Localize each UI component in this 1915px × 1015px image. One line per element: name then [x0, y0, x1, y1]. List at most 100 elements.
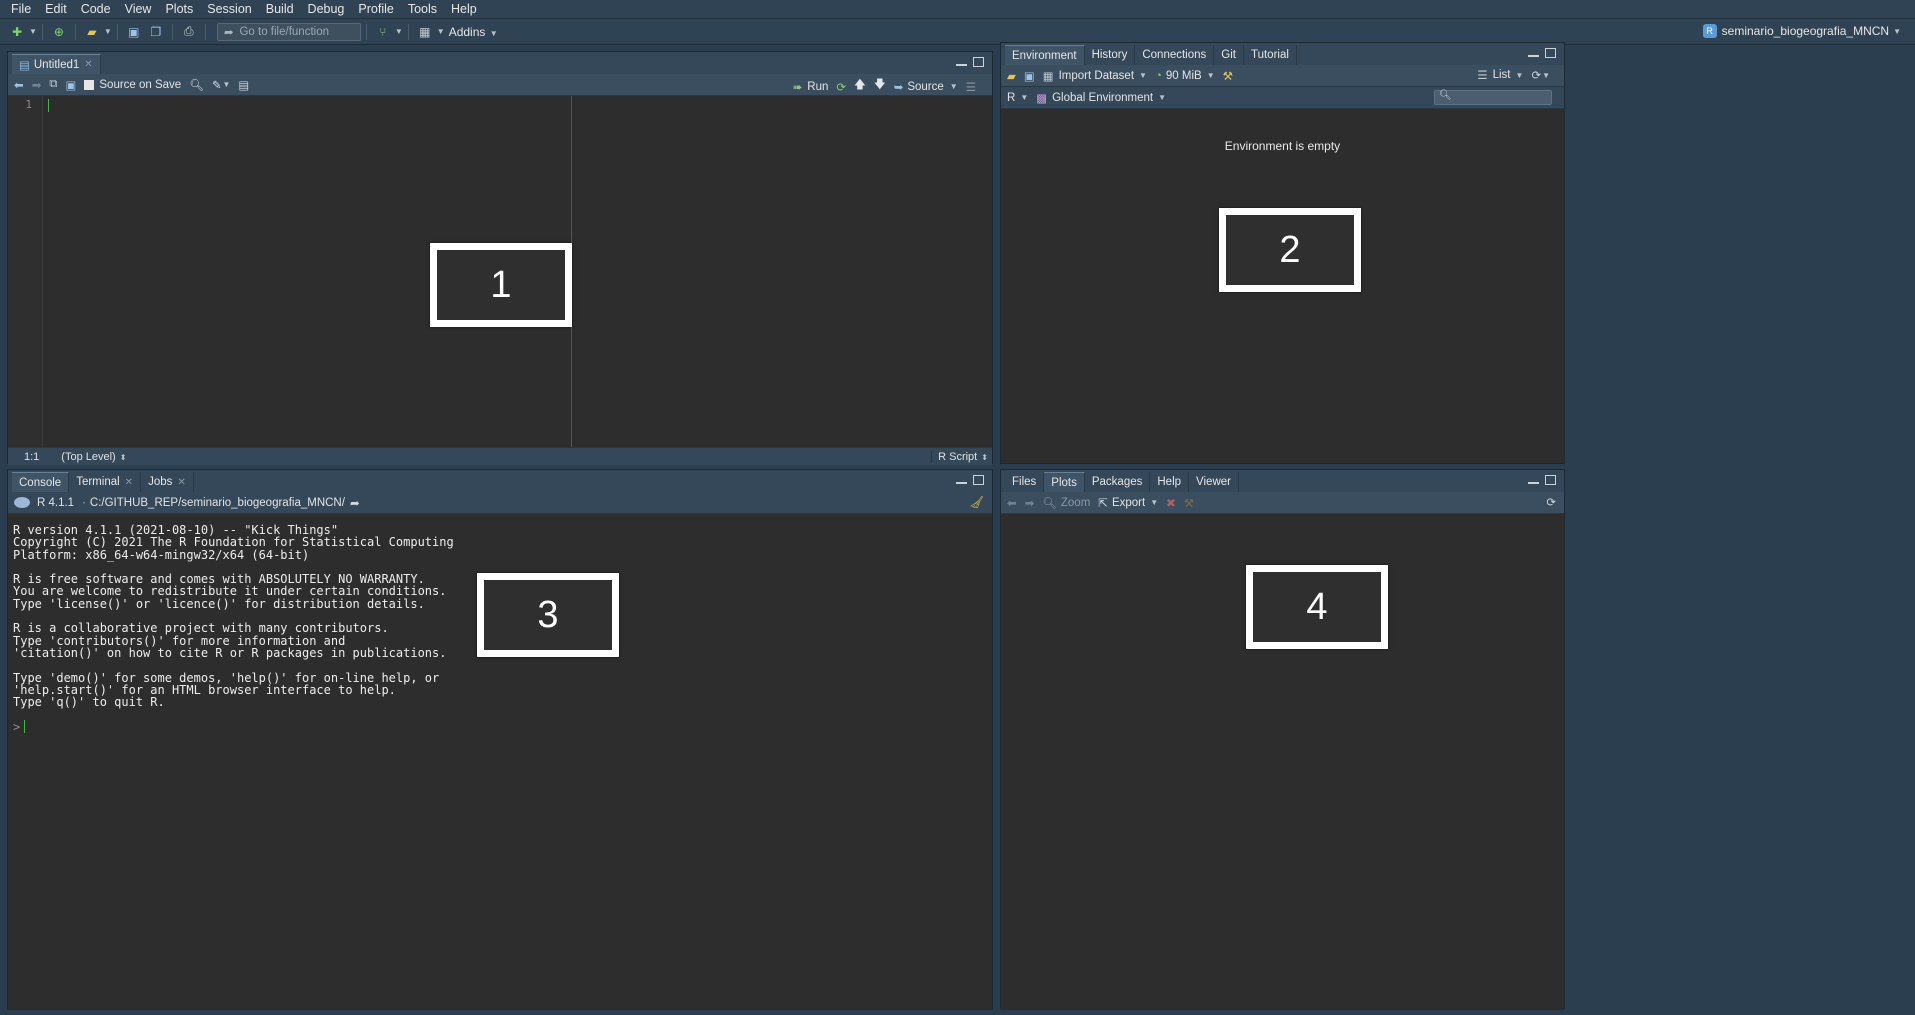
chevron-down-icon[interactable]: ▼ — [395, 27, 403, 36]
magic-wand-icon[interactable]: ✎ ▼ — [212, 78, 231, 92]
search-icon[interactable]: 🔍︎ — [189, 78, 204, 92]
zoom-button[interactable]: 🔍︎ Zoom — [1042, 496, 1090, 510]
minimize-icon[interactable] — [956, 481, 967, 484]
remove-plot-icon[interactable]: ✖ — [1166, 496, 1176, 510]
refresh-icon[interactable]: ⟳ ▼ — [1531, 68, 1550, 82]
run-button[interactable]: ➠ Run — [793, 80, 829, 94]
load-workspace-icon[interactable]: ▰ — [1007, 69, 1016, 83]
environment-selector[interactable]: ▩ Global Environment ▼ — [1036, 91, 1166, 105]
chevron-down-icon[interactable]: ▼ — [950, 82, 958, 91]
menu-debug[interactable]: Debug — [301, 0, 352, 19]
language-selector[interactable]: R ▼ — [1007, 92, 1028, 104]
pane-layout-icon[interactable]: ▦ — [417, 24, 433, 40]
rerun-icon[interactable]: ⟳ — [836, 80, 846, 94]
environment-pane: Environment History Connections Git Tuto… — [1000, 42, 1565, 464]
tab-viewer[interactable]: Viewer — [1189, 472, 1239, 492]
import-dataset-label: Import Dataset — [1058, 69, 1135, 82]
checkbox-icon[interactable] — [84, 79, 95, 90]
forward-icon[interactable]: ➡ — [1025, 496, 1035, 510]
tab-files[interactable]: Files — [1005, 472, 1045, 492]
tab-packages[interactable]: Packages — [1085, 472, 1151, 492]
print-icon[interactable]: ⎙ — [181, 24, 197, 40]
back-icon[interactable]: ⬅ — [14, 78, 24, 92]
tab-untitled1[interactable]: ▤ Untitled1 ✕ — [12, 54, 101, 74]
close-icon[interactable]: ✕ — [177, 477, 185, 488]
back-icon[interactable]: ⬅ — [1007, 496, 1017, 510]
minimize-icon[interactable] — [1528, 54, 1539, 57]
tab-console[interactable]: Console — [12, 472, 70, 492]
close-icon[interactable]: ✕ — [125, 477, 133, 488]
menu-file[interactable]: File — [4, 0, 38, 19]
go-to-directory-icon[interactable]: ➦ — [350, 496, 360, 510]
source-button[interactable]: ➥ Source ▼ — [894, 80, 958, 94]
save-workspace-icon[interactable]: ▣ — [1024, 69, 1035, 83]
maximize-icon[interactable] — [973, 57, 984, 67]
menu-tools[interactable]: Tools — [401, 0, 444, 19]
menu-code[interactable]: Code — [74, 0, 118, 19]
tab-git[interactable]: Git — [1214, 45, 1244, 65]
menu-view[interactable]: View — [118, 0, 159, 19]
tab-connections[interactable]: Connections — [1135, 45, 1215, 65]
console-body[interactable]: R version 4.1.1 (2021-08-10) -- "Kick Th… — [8, 514, 992, 1010]
tab-tutorial[interactable]: Tutorial — [1244, 45, 1297, 65]
menu-plots[interactable]: Plots — [158, 0, 200, 19]
import-dataset-button[interactable]: ▦ Import Dataset ▼ — [1043, 69, 1147, 83]
window-controls — [1528, 48, 1556, 58]
tab-environment[interactable]: Environment — [1005, 45, 1085, 65]
chevron-down-icon[interactable]: ▼ — [104, 27, 112, 36]
minimize-icon[interactable] — [1528, 481, 1539, 484]
editor-toolbar: ⬅ ➡ ⧉ ▣ Source on Save 🔍︎ ✎ ▼ ▤ ➠ Run ⟳ 🡅 … — [8, 74, 992, 96]
new-file-icon[interactable]: ✚ — [9, 24, 25, 40]
menu-build[interactable]: Build — [259, 0, 301, 19]
annotation-box-2: 2 — [1219, 208, 1361, 292]
outline-icon[interactable]: ☰ — [966, 80, 976, 94]
file-type-selector[interactable]: R Script ⬍ — [931, 450, 988, 463]
tab-history[interactable]: History — [1085, 45, 1136, 65]
annotation-box-1: 1 — [430, 243, 572, 327]
clear-broom-icon[interactable]: ⚒ — [1223, 69, 1233, 83]
annotation-label: 4 — [1306, 585, 1328, 628]
chevron-down-icon[interactable]: ▼ — [29, 27, 37, 36]
compile-report-icon[interactable]: ▤ — [238, 78, 249, 92]
code-editor[interactable]: 1 1 — [8, 96, 992, 447]
scope-selector[interactable]: (Top Level) ⬍ — [61, 451, 126, 463]
close-icon[interactable]: ✕ — [84, 59, 92, 70]
memory-usage-button[interactable]: ◔ 90 MiB ▼ — [1155, 70, 1215, 82]
chevron-down-icon[interactable]: ▼ — [437, 27, 445, 36]
minimize-icon[interactable] — [956, 63, 967, 66]
maximize-icon[interactable] — [1545, 48, 1556, 58]
tab-terminal[interactable]: Terminal ✕ — [69, 472, 142, 492]
addins-menu[interactable]: Addins ▼ — [449, 25, 498, 39]
project-menu[interactable]: R seminario_biogeografia_MNCN ▼ — [1702, 24, 1901, 38]
arrow-down-icon[interactable]: 🡇 — [874, 77, 886, 96]
menu-help[interactable]: Help — [444, 0, 484, 19]
menu-session[interactable]: Session — [200, 0, 258, 19]
save-all-icon[interactable]: ❐ — [148, 24, 164, 40]
maximize-icon[interactable] — [1545, 475, 1556, 485]
open-file-icon[interactable]: ▰ — [84, 24, 100, 40]
menu-edit[interactable]: Edit — [38, 0, 74, 19]
save-icon[interactable]: ▣ — [126, 24, 142, 40]
menu-profile[interactable]: Profile — [351, 0, 400, 19]
clear-console-icon[interactable]: 🧹︎ — [969, 495, 984, 509]
tab-plots[interactable]: Plots — [1044, 472, 1085, 492]
forward-icon[interactable]: ➡ — [32, 78, 42, 92]
console-prompt[interactable]: > — [13, 720, 26, 734]
arrow-up-icon[interactable]: 🡅 — [854, 77, 866, 96]
view-mode-selector[interactable]: ☰ List ▼ — [1477, 68, 1523, 82]
new-project-icon[interactable]: ⊕ — [51, 24, 67, 40]
tab-help[interactable]: Help — [1150, 472, 1190, 492]
maximize-icon[interactable] — [973, 475, 984, 485]
source-on-save-toggle[interactable]: Source on Save — [84, 79, 181, 91]
save-icon[interactable]: ▣ — [66, 78, 77, 92]
console-line: 'citation()' on how to cite R or R packa… — [13, 645, 447, 660]
export-button[interactable]: ⇱ Export ▼ — [1098, 496, 1158, 510]
clear-plots-icon[interactable]: ⚒ — [1184, 496, 1194, 510]
show-in-window-icon[interactable]: ⧉ — [49, 78, 57, 91]
git-icon[interactable]: ⑂ — [375, 24, 391, 40]
go-to-file-input[interactable]: ➦ Go to file/function — [216, 22, 361, 41]
refresh-icon[interactable]: ⟳ — [1546, 495, 1556, 509]
updown-icon: ⬍ — [119, 452, 127, 462]
tab-jobs[interactable]: Jobs ✕ — [141, 472, 194, 492]
environment-search-input[interactable]: 🔍︎ — [1434, 90, 1552, 105]
